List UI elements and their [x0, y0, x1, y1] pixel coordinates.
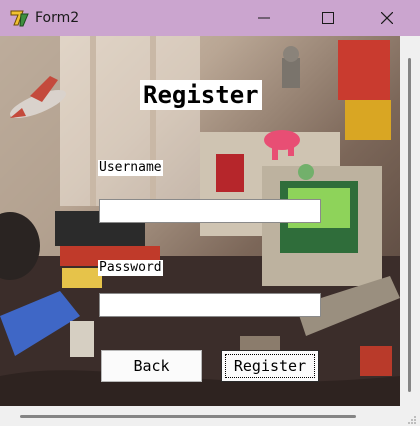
resize-grip[interactable] — [400, 406, 420, 426]
username-input[interactable] — [99, 199, 321, 223]
username-label: Username — [98, 160, 163, 176]
horizontal-scrollbar[interactable] — [0, 406, 400, 426]
register-button[interactable]: Register — [221, 350, 319, 382]
password-label: Password — [98, 260, 163, 276]
maximize-button[interactable] — [305, 0, 351, 36]
minimize-icon — [258, 17, 270, 19]
close-button[interactable] — [364, 0, 410, 36]
minimize-button[interactable] — [241, 0, 287, 36]
vertical-scrollbar[interactable] — [400, 36, 420, 406]
vertical-scroll-thumb[interactable] — [408, 58, 411, 392]
resize-grip-icon — [408, 416, 416, 424]
window-title: Form2 — [35, 10, 80, 26]
back-button[interactable]: Back — [101, 350, 202, 382]
close-icon — [381, 12, 393, 24]
maximize-icon — [322, 12, 334, 24]
app-icon — [9, 8, 29, 28]
back-button-label: Back — [133, 357, 170, 375]
register-button-label: Register — [233, 357, 307, 375]
password-input[interactable] — [99, 293, 321, 317]
horizontal-scroll-thumb[interactable] — [20, 415, 356, 418]
page-title: Register — [140, 80, 262, 110]
title-bar[interactable]: Form2 — [0, 0, 420, 36]
app-window: Form2 Register Username Password Back Re… — [0, 0, 420, 426]
